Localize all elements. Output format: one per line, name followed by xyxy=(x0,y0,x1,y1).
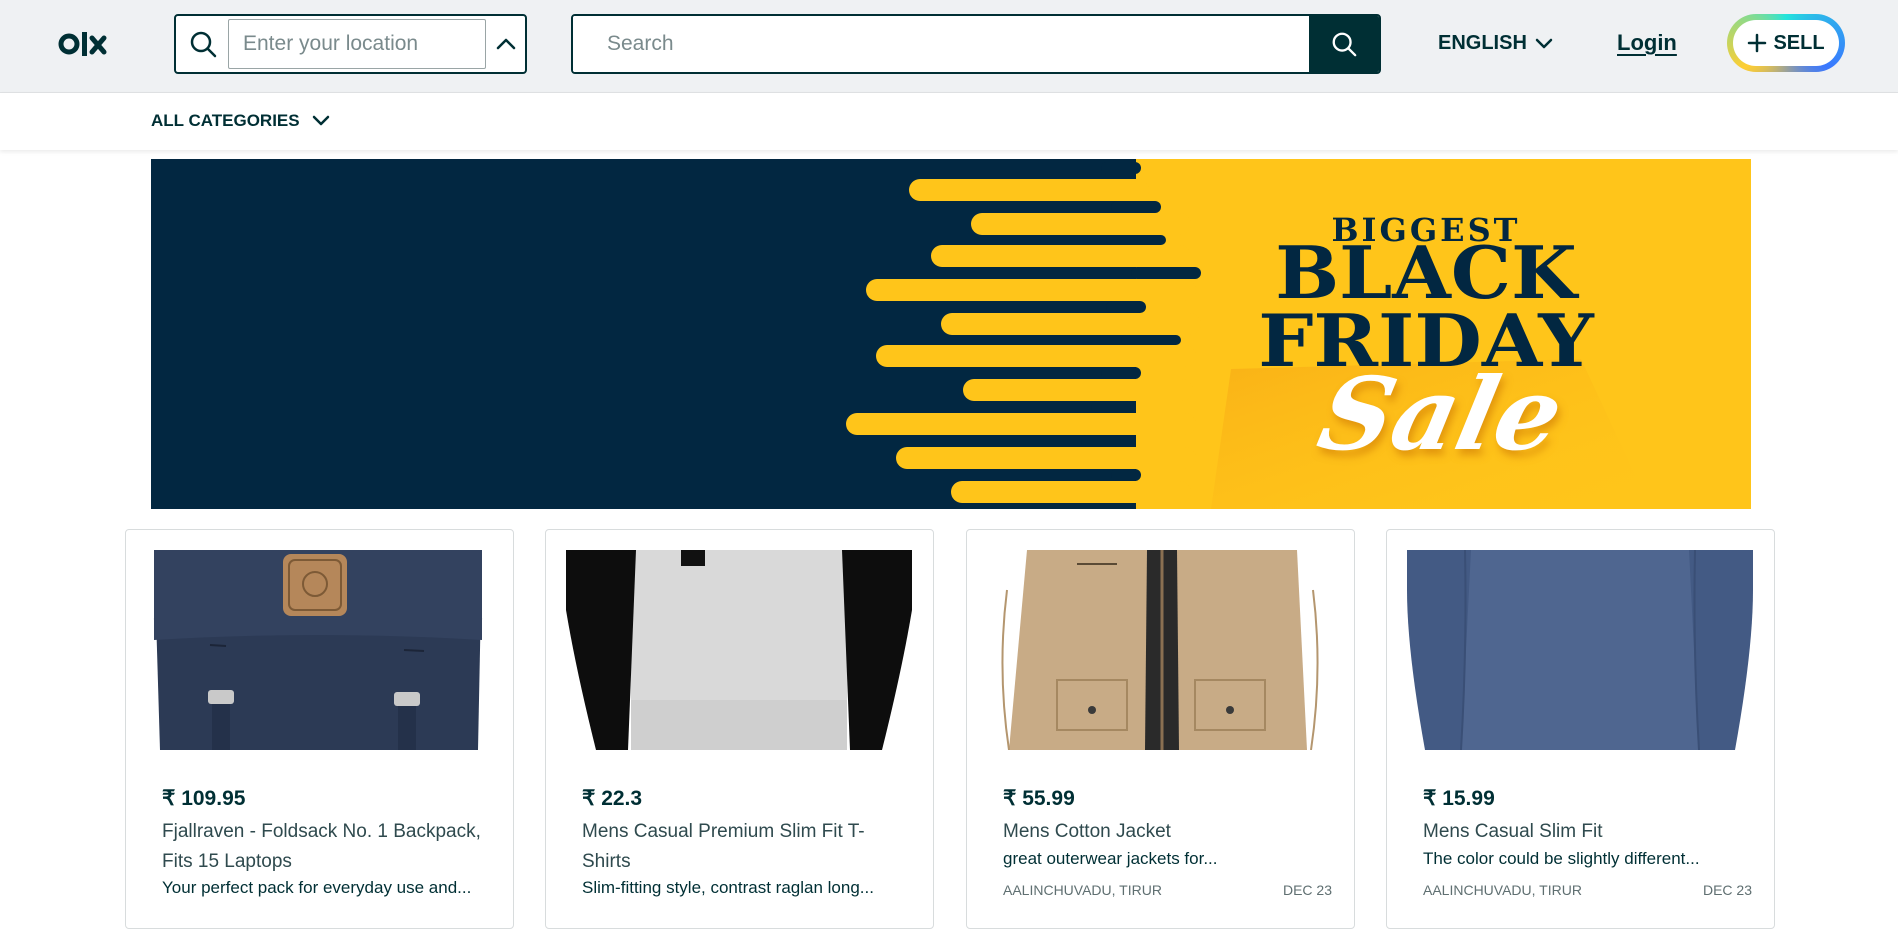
jacket-image xyxy=(987,550,1333,750)
category-bar: ALL CATEGORIES xyxy=(0,93,1898,150)
product-card[interactable]: ₹ 22.3 Mens Casual Premium Slim Fit T-Sh… xyxy=(545,529,934,929)
plus-icon xyxy=(1748,33,1767,53)
product-card[interactable]: ₹ 15.99 Mens Casual Slim Fit The color c… xyxy=(1386,529,1775,929)
product-price: ₹ 109.95 xyxy=(162,787,246,810)
language-label: ENGLISH xyxy=(1438,32,1527,54)
location-input[interactable] xyxy=(228,19,486,69)
product-price: ₹ 15.99 xyxy=(1423,787,1495,810)
product-card[interactable]: ₹ 109.95 Fjallraven - Foldsack No. 1 Bac… xyxy=(125,529,514,929)
olx-logo-icon xyxy=(58,32,107,56)
all-categories-label: ALL CATEGORIES xyxy=(151,111,300,130)
product-date: DEC 23 xyxy=(1282,882,1332,898)
product-price: ₹ 22.3 xyxy=(582,787,643,810)
top-header: ENGLISH Login SELL xyxy=(0,0,1898,93)
backpack-image xyxy=(146,550,492,750)
chevron-down-icon xyxy=(1535,38,1553,48)
product-image-shirt xyxy=(1407,550,1753,750)
search-input[interactable] xyxy=(573,16,1311,72)
product-card[interactable]: ₹ 55.99 Mens Cotton Jacket great outerwe… xyxy=(966,529,1355,929)
product-description: The color could be slightly different... xyxy=(1423,849,1700,868)
search-box xyxy=(571,14,1381,74)
sell-button[interactable]: SELL xyxy=(1727,14,1845,72)
chevron-up-icon[interactable] xyxy=(494,32,518,56)
product-title: Fjallraven - Foldsack No. 1 Backpack, Fi… xyxy=(162,821,481,872)
language-selector[interactable]: ENGLISH xyxy=(1438,32,1553,55)
product-title: Mens Casual Slim Fit xyxy=(1423,821,1603,842)
sell-label: SELL xyxy=(1773,31,1825,54)
search-icon xyxy=(1332,32,1357,57)
product-title: Mens Cotton Jacket xyxy=(1003,821,1171,842)
product-price: ₹ 55.99 xyxy=(1003,787,1075,810)
location-box xyxy=(174,14,527,74)
shirt-image xyxy=(1407,550,1753,750)
olx-logo[interactable] xyxy=(58,26,118,62)
product-location: AALINCHUVADU, TIRUR xyxy=(1423,882,1582,898)
search-button[interactable] xyxy=(1309,16,1379,72)
black-friday-banner[interactable]: BIGGEST BLACK FRIDAY Sale xyxy=(151,159,1751,509)
product-location: AALINCHUVADU, TIRUR xyxy=(1003,882,1162,898)
product-date: DEC 23 xyxy=(1702,882,1752,898)
product-title: Mens Casual Premium Slim Fit T-Shirts xyxy=(582,821,865,872)
search-icon xyxy=(190,31,217,58)
product-description: great outerwear jackets for... xyxy=(1003,849,1218,868)
login-link[interactable]: Login xyxy=(1617,30,1677,56)
product-description: Slim-fitting style, contrast raglan long… xyxy=(582,878,874,897)
product-image-tshirt xyxy=(566,550,912,750)
chevron-down-icon xyxy=(312,115,329,126)
banner-line-sale: Sale xyxy=(1309,355,1573,473)
product-image-backpack xyxy=(146,550,492,750)
product-image-jacket xyxy=(987,550,1333,750)
all-categories-dropdown[interactable]: ALL CATEGORIES xyxy=(151,111,330,131)
tshirt-image xyxy=(566,550,912,750)
product-description: Your perfect pack for everyday use and..… xyxy=(162,878,472,897)
